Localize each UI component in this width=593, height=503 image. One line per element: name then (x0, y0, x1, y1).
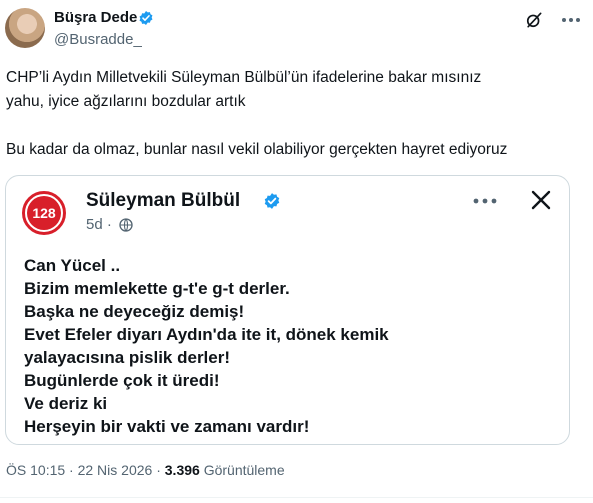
author-handle[interactable]: @Busradde_ (54, 31, 142, 48)
globe-icon (118, 217, 134, 238)
close-icon[interactable] (529, 188, 553, 217)
views-count: 3.396 (164, 462, 200, 478)
more-horizontal-icon[interactable] (472, 194, 498, 212)
tweet-timestamp[interactable]: ÖS 10:15 · 22 Nis 2026 · (6, 462, 165, 478)
divider (0, 497, 593, 498)
tweet-meta: ÖS 10:15 · 22 Nis 2026 · 3.396 Görüntüle… (6, 462, 285, 478)
card-timestamp: 5d · (86, 216, 112, 233)
more-horizontal-icon[interactable] (560, 10, 582, 35)
card-body-text: Can Yücel .. Bizim memlekette g-t'e g-t … (24, 256, 389, 436)
card-author-name: Süleyman Bülbül (86, 190, 241, 211)
tweet-text: CHP’li Aydın Milletvekili Süleyman Bülbü… (6, 69, 508, 158)
author-name[interactable]: Büşra Dede (54, 9, 137, 26)
grok-icon[interactable] (524, 10, 544, 35)
verified-badge-icon (138, 10, 154, 31)
verified-badge-icon (263, 192, 281, 215)
author-avatar[interactable] (5, 8, 45, 48)
card-avatar: 128 (22, 191, 66, 235)
card-avatar-number: 128 (27, 196, 61, 230)
quoted-card[interactable]: 128 Süleyman Bülbül 5d · Can Yücel .. Bi… (5, 175, 570, 445)
views-label: Görüntüleme (199, 462, 285, 478)
